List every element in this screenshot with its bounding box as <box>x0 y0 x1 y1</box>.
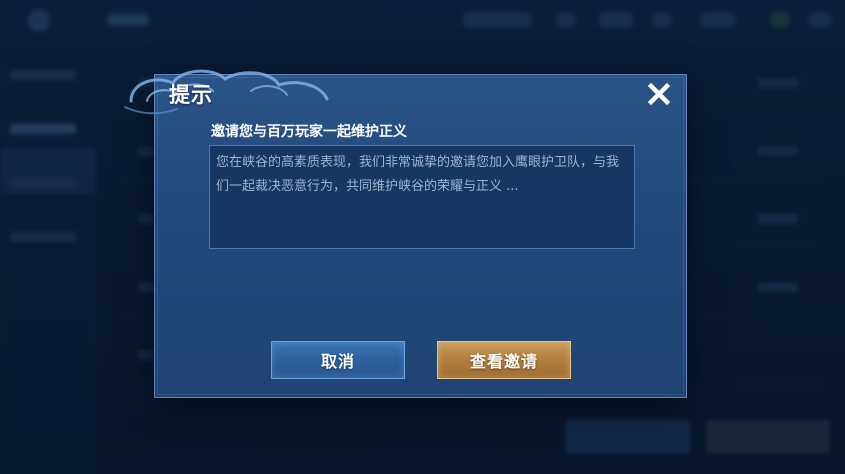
dialog-heading: 邀请您与百万玩家一起维护正义 <box>211 124 407 140</box>
message-text: 您在峡谷的高素质表现，我们非常诚挚的邀请您加入鹰眼护卫队，与我们一起裁决恶意行为… <box>216 155 620 194</box>
close-icon <box>647 82 671 106</box>
cancel-button[interactable]: 取消 <box>271 341 405 379</box>
message-box: 您在峡谷的高素质表现，我们非常诚挚的邀请您加入鹰眼护卫队，与我们一起裁决恶意行为… <box>209 145 635 249</box>
invite-dialog: 提示 邀请您与百万玩家一起维护正义 您在峡谷的高素质表现，我们非常诚挚的邀请您加… <box>124 69 687 398</box>
cancel-button-label: 取消 <box>320 352 355 371</box>
view-invite-button[interactable]: 查看邀请 <box>437 341 571 379</box>
view-invite-button-label: 查看邀请 <box>469 352 538 371</box>
close-button[interactable] <box>644 79 674 109</box>
dialog-title: 提示 <box>169 83 213 107</box>
